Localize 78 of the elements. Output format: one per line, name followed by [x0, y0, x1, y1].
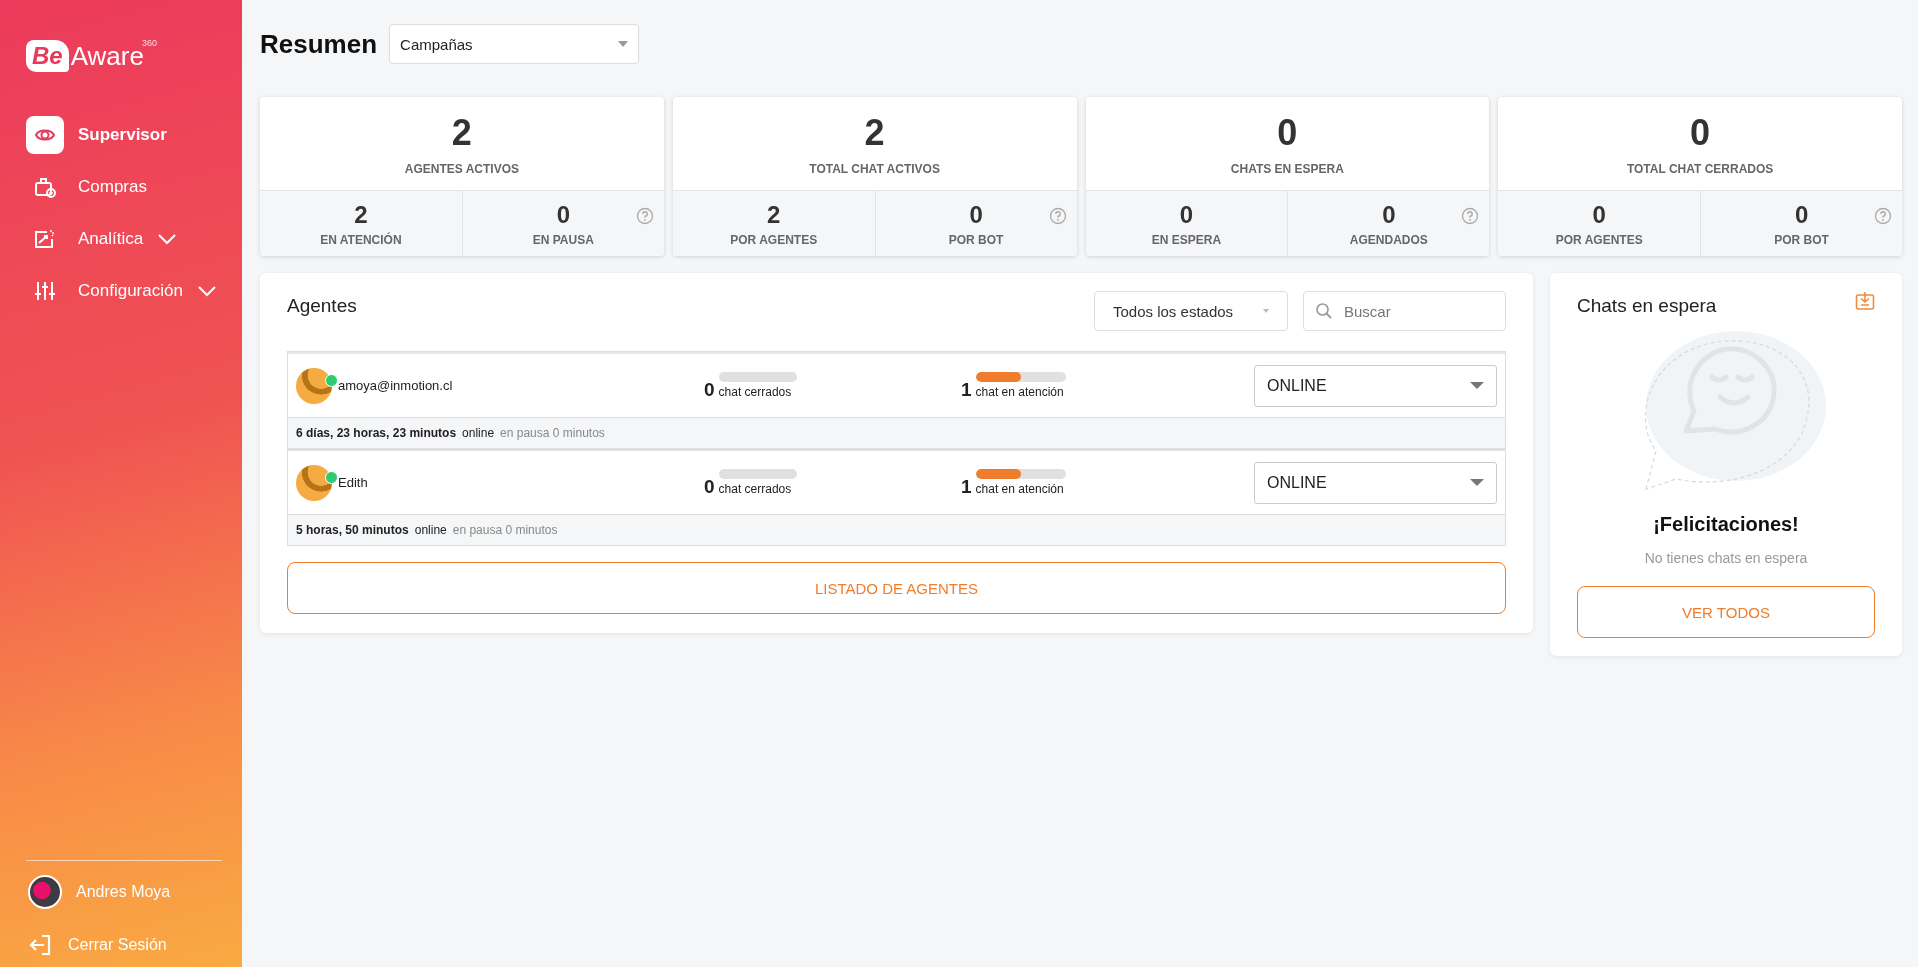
agent-name: Edith: [338, 475, 368, 490]
stat-value: 2: [864, 111, 885, 154]
chevron-down-icon: [157, 233, 178, 245]
status-dropdown[interactable]: ONLINE: [1254, 461, 1497, 504]
empty-heading: ¡Felicitaciones!: [1653, 513, 1799, 536]
stat-label: EN PAUSA: [532, 232, 594, 247]
nav-item[interactable]: Configuración: [26, 272, 242, 310]
stat-value: 0: [1592, 200, 1606, 229]
stat-value: 0: [1690, 111, 1711, 154]
stat-value: 0: [969, 200, 983, 229]
nav-item[interactable]: Supervisor: [26, 116, 242, 154]
count-label: chat en atención: [975, 482, 1065, 496]
help-icon[interactable]: [1461, 207, 1480, 225]
closed-count: 0: [704, 380, 715, 399]
stat-value: 0: [556, 200, 570, 229]
stat-value: 0: [1382, 200, 1396, 229]
panel-title: Chats en espera: [1577, 295, 1717, 317]
stat-label: POR AGENTES: [1555, 232, 1643, 247]
download-icon[interactable]: [1855, 291, 1875, 311]
stat-label: EN ESPERA: [1151, 232, 1222, 247]
stat-value: 0: [1277, 111, 1298, 154]
caret-icon: [618, 41, 629, 47]
pause-time: en pausa 0 minutos: [452, 523, 558, 537]
user-name: Andres Moya: [76, 883, 171, 901]
empty-message: No tienes chats en espera: [1644, 550, 1808, 566]
stat-value: 0: [1794, 200, 1809, 229]
stat-label: TOTAL CHAT CERRADOS: [1626, 161, 1774, 176]
panel-title: Agentes: [287, 295, 357, 317]
nav-item[interactable]: Compras: [26, 168, 242, 206]
sliders-icon: [33, 279, 57, 303]
logo-superscript: 360: [141, 38, 157, 48]
attending-count: 1: [961, 477, 972, 496]
agent-avatar: [296, 464, 332, 501]
stat-label: AGENTES ACTIVOS: [404, 161, 519, 176]
briefcase-icon: [33, 175, 57, 199]
help-icon[interactable]: [1874, 207, 1892, 225]
stat-label: EN ATENCIÓN: [320, 232, 402, 247]
stat-label: TOTAL CHAT ACTIVOS: [809, 161, 940, 176]
chevron-down-icon: [196, 285, 217, 297]
user-avatar: [28, 875, 62, 909]
attending-count: 1: [961, 380, 972, 399]
stat-label: AGENDADOS: [1349, 232, 1428, 247]
page-title: Resumen: [260, 28, 378, 60]
agent-avatar: [296, 367, 332, 404]
view-all-button[interactable]: VER TODOS: [1577, 586, 1875, 638]
stat-label: POR AGENTES: [730, 232, 818, 247]
stat-label: CHATS EN ESPERA: [1230, 161, 1344, 176]
caret-icon: [1263, 309, 1269, 313]
count-label: chat cerrados: [718, 482, 793, 496]
logo-mark: Be: [26, 40, 69, 72]
nav-item[interactable]: Analítica: [26, 220, 242, 258]
search-field[interactable]: Buscar: [1303, 291, 1506, 331]
caret-icon: [1470, 479, 1484, 486]
help-icon[interactable]: [1048, 207, 1067, 225]
chart-icon: [33, 227, 57, 251]
session-duration: 6 días, 23 horas, 23 minutos: [296, 426, 457, 440]
stat-value: 2: [767, 200, 781, 229]
status-dropdown[interactable]: ONLINE: [1254, 364, 1497, 407]
closed-count: 0: [704, 477, 715, 496]
stat-value: 0: [1179, 200, 1194, 229]
search-icon: [1315, 302, 1333, 320]
status-filter-dropdown[interactable]: Todos los estados: [1094, 291, 1288, 331]
count-label: chat en atención: [975, 385, 1065, 399]
stat-label: POR BOT: [948, 232, 1004, 247]
session-duration: 5 horas, 50 minutos: [296, 523, 409, 537]
logout-link[interactable]: Cerrar Sesión: [28, 933, 222, 957]
session-state: online: [414, 523, 447, 537]
help-icon[interactable]: [635, 207, 654, 225]
count-label: chat cerrados: [718, 385, 793, 399]
stat-value: 2: [451, 111, 472, 154]
agent-name: amoya@inmotion.cl: [338, 378, 453, 393]
pause-time: en pausa 0 minutos: [500, 426, 605, 440]
session-state: online: [462, 426, 495, 440]
stat-value: 2: [354, 200, 368, 229]
stat-label: POR BOT: [1774, 232, 1829, 247]
caret-icon: [1470, 382, 1484, 389]
campaign-dropdown[interactable]: Campañas: [389, 24, 640, 64]
agents-list-button[interactable]: LISTADO DE AGENTES: [287, 562, 1506, 614]
